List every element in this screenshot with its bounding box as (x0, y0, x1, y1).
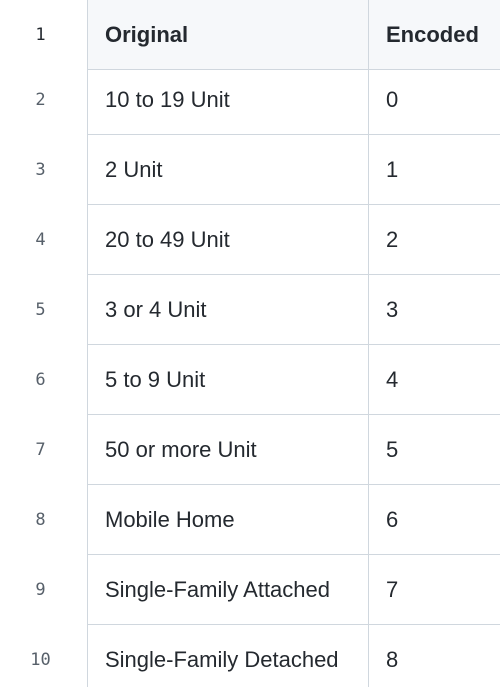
cell-original: Single-Family Detached (88, 625, 369, 687)
cell-original: Single-Family Attached (88, 555, 369, 625)
table-row: 4 20 to 49 Unit 2 (0, 205, 500, 275)
cell-encoded: 5 (369, 415, 500, 485)
cell-original: 20 to 49 Unit (88, 205, 369, 275)
table-header-row: 1 Original Encoded (0, 0, 500, 70)
table-row: 5 3 or 4 Unit 3 (0, 275, 500, 345)
csv-table: 1 Original Encoded 2 10 to 19 Unit 0 3 2… (0, 0, 500, 687)
line-number[interactable]: 7 (0, 415, 88, 485)
column-header-original: Original (88, 0, 369, 70)
table-row: 10 Single-Family Detached 8 (0, 625, 500, 687)
column-header-encoded: Encoded (369, 0, 500, 70)
table-row: 9 Single-Family Attached 7 (0, 555, 500, 625)
table-row: 3 2 Unit 1 (0, 135, 500, 205)
cell-encoded: 3 (369, 275, 500, 345)
cell-original: 5 to 9 Unit (88, 345, 369, 415)
line-number[interactable]: 10 (0, 625, 88, 687)
cell-encoded: 4 (369, 345, 500, 415)
cell-encoded: 8 (369, 625, 500, 687)
table-row: 7 50 or more Unit 5 (0, 415, 500, 485)
cell-encoded: 1 (369, 135, 500, 205)
line-number[interactable]: 4 (0, 205, 88, 275)
table-row: 6 5 to 9 Unit 4 (0, 345, 500, 415)
line-number[interactable]: 1 (0, 0, 88, 70)
cell-original: 3 or 4 Unit (88, 275, 369, 345)
cell-encoded: 6 (369, 485, 500, 555)
line-number[interactable]: 2 (0, 65, 88, 135)
cell-encoded: 7 (369, 555, 500, 625)
cell-encoded: 2 (369, 205, 500, 275)
cell-original: Mobile Home (88, 485, 369, 555)
cell-encoded: 0 (369, 65, 500, 135)
line-number[interactable]: 5 (0, 275, 88, 345)
line-number[interactable]: 9 (0, 555, 88, 625)
line-number[interactable]: 6 (0, 345, 88, 415)
cell-original: 10 to 19 Unit (88, 65, 369, 135)
cell-original: 2 Unit (88, 135, 369, 205)
line-number[interactable]: 3 (0, 135, 88, 205)
table-row: 8 Mobile Home 6 (0, 485, 500, 555)
table-row: 2 10 to 19 Unit 0 (0, 65, 500, 135)
line-number[interactable]: 8 (0, 485, 88, 555)
cell-original: 50 or more Unit (88, 415, 369, 485)
